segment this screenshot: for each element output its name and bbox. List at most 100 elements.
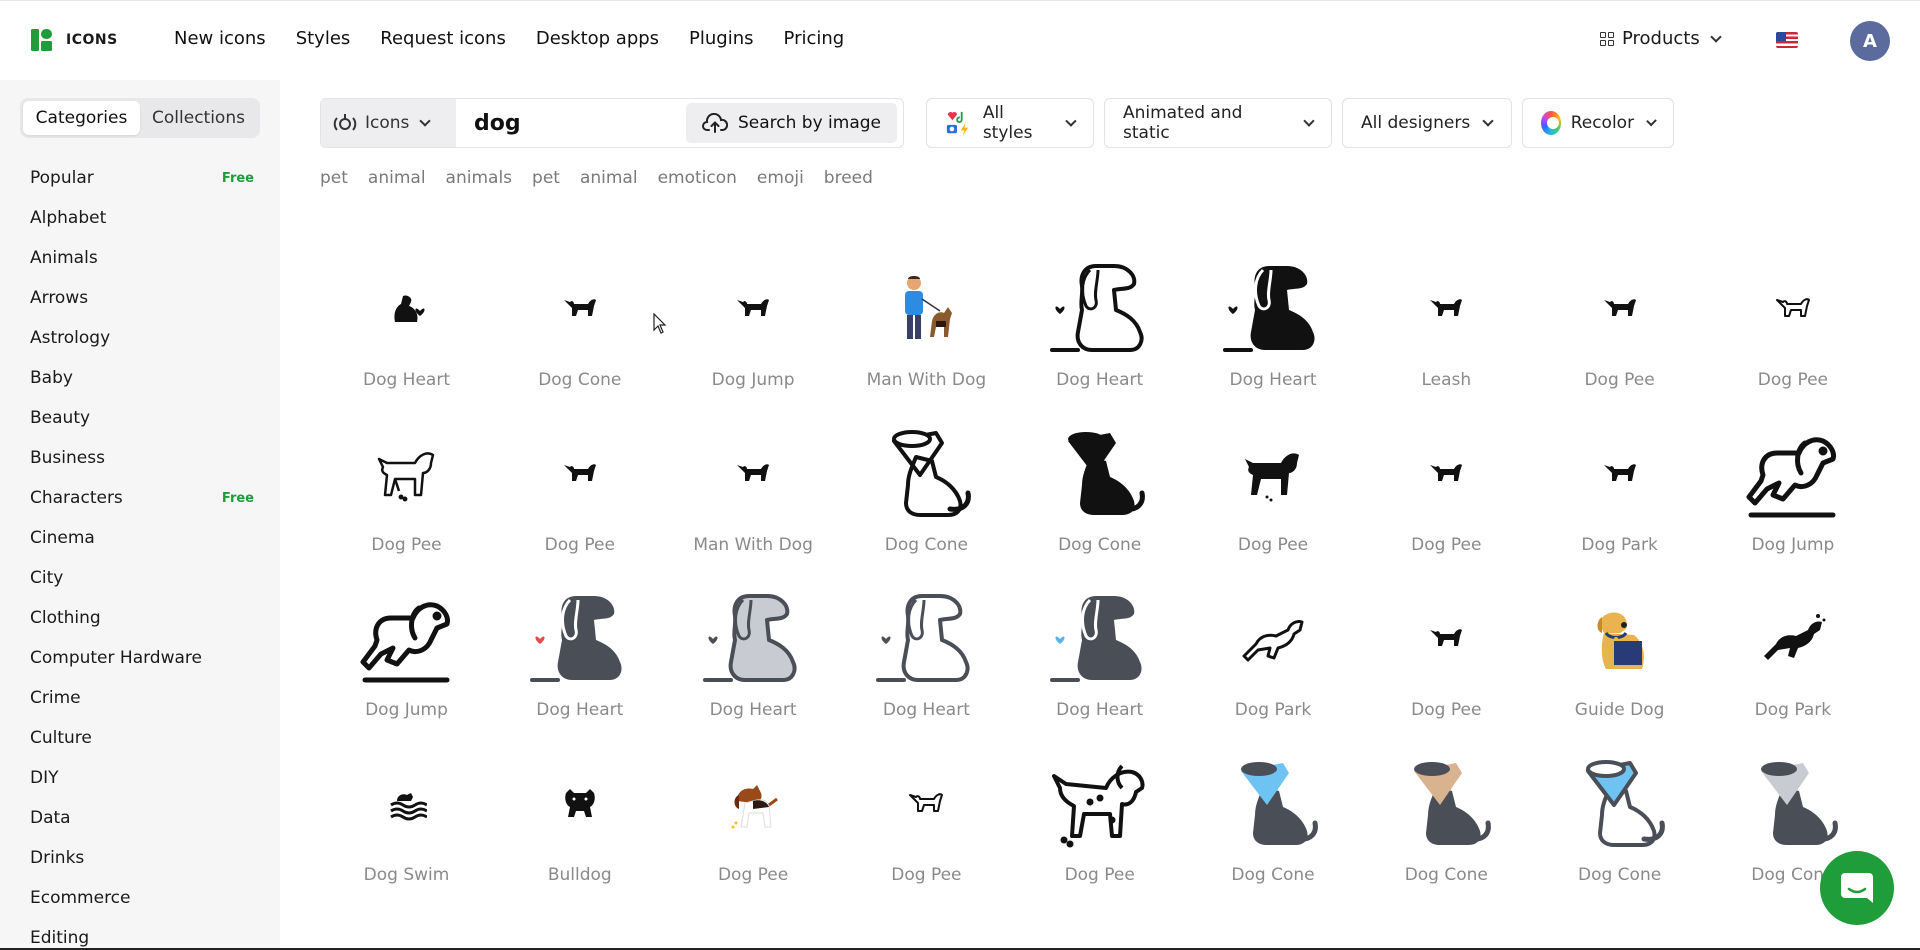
sidebar-item-arrows[interactable]: Arrows <box>0 278 280 318</box>
icon-card[interactable]: Dog Jump <box>320 580 493 745</box>
icon-card[interactable]: Dog Heart <box>1013 250 1186 415</box>
designers-filter[interactable]: All designers <box>1342 98 1512 148</box>
icon-card[interactable]: Dog Heart <box>840 580 1013 745</box>
tag-link[interactable]: emoticon <box>658 168 737 188</box>
sidebar-item-clothing[interactable]: Clothing <box>0 598 280 638</box>
icon-card[interactable]: Dog Pee <box>1706 250 1879 415</box>
icon-card[interactable]: Dog Park <box>1187 580 1360 745</box>
icon-card[interactable]: Dog Cone <box>493 250 666 415</box>
icon-card[interactable]: Guide Dog <box>1533 580 1706 745</box>
tag-link[interactable]: emoji <box>757 168 804 188</box>
icon-card[interactable]: Dog Heart <box>1187 250 1360 415</box>
icon-card[interactable]: Man With Dog <box>667 415 840 580</box>
icon-card[interactable]: Dog Pee <box>1013 745 1186 910</box>
sidebar-item-diy[interactable]: DIY <box>0 758 280 798</box>
sidebar-item-characters[interactable]: Characters Free <box>0 478 280 518</box>
recolor-filter[interactable]: Recolor <box>1522 98 1674 148</box>
tab-collections[interactable]: Collections <box>140 101 257 135</box>
styles-filter[interactable]: All styles <box>926 98 1094 148</box>
man-with-dog-icon <box>840 258 1013 358</box>
icon-card[interactable]: Leash <box>1360 250 1533 415</box>
icon-card[interactable]: Dog Cone <box>840 415 1013 580</box>
icon-card[interactable]: Dog Heart <box>493 580 666 745</box>
sidebar-item-alphabet[interactable]: Alphabet <box>0 198 280 238</box>
user-avatar[interactable]: A <box>1850 21 1890 61</box>
sidebar-item-crime[interactable]: Crime <box>0 678 280 718</box>
tag-link[interactable]: pet <box>532 168 560 188</box>
tag-link[interactable]: animal <box>368 168 426 188</box>
icon-card[interactable]: Dog Pee <box>840 745 1013 910</box>
tag-link[interactable]: animal <box>580 168 638 188</box>
sidebar-item-data[interactable]: Data <box>0 798 280 838</box>
icon-card[interactable]: Dog Pee <box>320 415 493 580</box>
icon-card[interactable]: Dog Park <box>1706 580 1879 745</box>
sidebar-item-business[interactable]: Business <box>0 438 280 478</box>
icon-card[interactable]: Man With Dog <box>840 250 1013 415</box>
nav-request-icons[interactable]: Request icons <box>380 28 506 49</box>
nav-plugins[interactable]: Plugins <box>689 28 753 49</box>
icon-card[interactable]: Dog Heart <box>1013 580 1186 745</box>
sidebar-item-drinks[interactable]: Drinks <box>0 838 280 878</box>
chat-support-button[interactable] <box>1820 851 1894 925</box>
sidebar-item-label: City <box>30 568 64 588</box>
icon-card[interactable]: Dog Heart <box>667 580 840 745</box>
search-type-label: Icons <box>365 113 410 133</box>
tag-link[interactable]: pet <box>320 168 348 188</box>
animation-filter[interactable]: Animated and static <box>1104 98 1332 148</box>
icon-card-label: Dog Pee <box>1411 700 1482 720</box>
sidebar-item-popular[interactable]: Popular Free <box>0 158 280 198</box>
icon-card[interactable]: Dog Park <box>1533 415 1706 580</box>
sidebar-item-editing[interactable]: Editing <box>0 918 280 950</box>
sidebar-item-label: Popular <box>30 168 94 188</box>
nav-new-icons[interactable]: New icons <box>174 28 266 49</box>
icon-card-label: Bulldog <box>547 865 612 885</box>
tag-link[interactable]: animals <box>446 168 512 188</box>
icon-card[interactable]: Dog Heart <box>320 250 493 415</box>
icon-card[interactable]: Dog Jump <box>667 250 840 415</box>
icon-card[interactable]: Dog Cone <box>1533 745 1706 910</box>
icon-card-label: Dog Pee <box>717 865 789 885</box>
dog-heart-icon <box>1187 258 1360 358</box>
sidebar-item-baby[interactable]: Baby <box>0 358 280 398</box>
icon-card[interactable]: Dog Pee <box>1533 250 1706 415</box>
sidebar-item-ecommerce[interactable]: Ecommerce <box>0 878 280 918</box>
nav-desktop-apps[interactable]: Desktop apps <box>536 28 659 49</box>
nav-pricing[interactable]: Pricing <box>784 28 845 49</box>
icon-card-label: Dog Pee <box>544 535 615 555</box>
icon-card[interactable]: Dog Jump <box>1706 415 1879 580</box>
sidebar-item-astrology[interactable]: Astrology <box>0 318 280 358</box>
us-flag-icon[interactable] <box>1776 32 1798 48</box>
icon-card[interactable]: Dog Pee <box>1187 415 1360 580</box>
icon-card[interactable]: Dog Cone <box>1187 745 1360 910</box>
icon-card[interactable]: Dog Swim <box>320 745 493 910</box>
search-input[interactable]: dog <box>456 111 686 136</box>
dog-pee-icon <box>1533 258 1706 358</box>
icon-card[interactable]: Dog Pee <box>1360 415 1533 580</box>
dog-heart-icon <box>320 258 493 358</box>
man-with-dog-icon <box>667 423 840 523</box>
search-type-select[interactable]: Icons <box>321 99 456 147</box>
sidebar-item-cinema[interactable]: Cinema <box>0 518 280 558</box>
brand-logo[interactable]: ICONS <box>30 28 118 52</box>
icon-card[interactable]: Dog Cone <box>1360 745 1533 910</box>
animation-filter-label: Animated and static <box>1123 103 1243 143</box>
chevron-down-icon <box>1065 115 1077 127</box>
sidebar-item-culture[interactable]: Culture <box>0 718 280 758</box>
sidebar-item-beauty[interactable]: Beauty <box>0 398 280 438</box>
sidebar-item-city[interactable]: City <box>0 558 280 598</box>
icon-card[interactable]: Dog Cone <box>1013 415 1186 580</box>
sidebar-item-computer-hardware[interactable]: Computer Hardware <box>0 638 280 678</box>
icon-card[interactable]: Dog Pee <box>1360 580 1533 745</box>
nav-styles[interactable]: Styles <box>296 28 351 49</box>
sidebar-item-animals[interactable]: Animals <box>0 238 280 278</box>
icon-card[interactable]: Dog Pee <box>667 745 840 910</box>
products-menu[interactable]: Products <box>1600 28 1722 49</box>
sidebar-item-label: Characters <box>30 488 123 508</box>
tab-categories[interactable]: Categories <box>23 101 140 135</box>
search-by-image-button[interactable]: Search by image <box>685 103 897 143</box>
main-nav: New icons Styles Request icons Desktop a… <box>174 28 844 49</box>
icon-card[interactable]: Dog Pee <box>493 415 666 580</box>
dog-pee-icon <box>1360 423 1533 523</box>
icon-card[interactable]: Bulldog <box>493 745 666 910</box>
tag-link[interactable]: breed <box>824 168 873 188</box>
